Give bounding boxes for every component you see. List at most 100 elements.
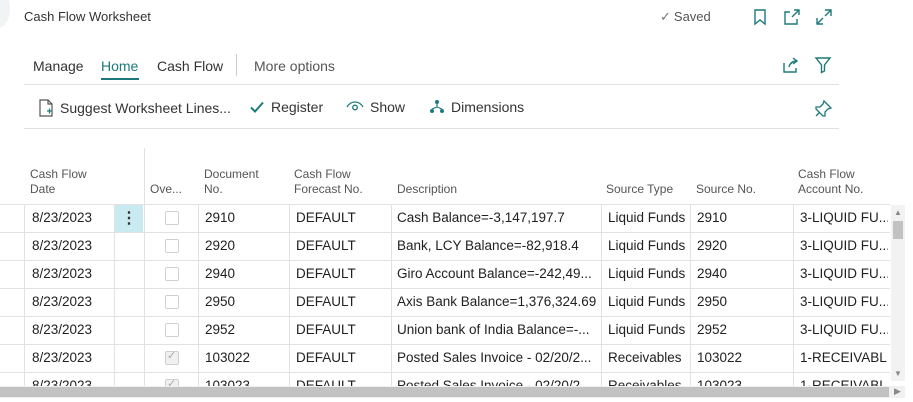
cell-account-no[interactable]: 3-LIQUID FU... xyxy=(800,232,888,260)
suggest-label: Suggest Worksheet Lines... xyxy=(60,100,231,116)
cell-description[interactable]: Bank, LCY Balance=-82,918.4 xyxy=(397,232,597,260)
cell-account-no[interactable]: 3-LIQUID FU... xyxy=(800,260,888,288)
cell-document-no[interactable]: 2952 xyxy=(205,316,235,344)
table-row[interactable]: 8/23/2023 103022 DEFAULT Posted Sales Invoi… xyxy=(0,344,890,372)
pin-icon[interactable] xyxy=(813,99,833,124)
table-row[interactable]: 8/23/2023 103023 DEFAULT Posted Sales Invoi… xyxy=(0,372,890,386)
cell-account-no[interactable]: 3-LIQUID FU... xyxy=(800,204,888,232)
cell-forecast-no[interactable]: DEFAULT xyxy=(296,316,356,344)
cell-date[interactable]: 8/23/2023 xyxy=(32,204,92,232)
suggest-worksheet-lines-button[interactable]: Suggest Worksheet Lines... xyxy=(38,99,231,117)
cell-document-no[interactable]: 2950 xyxy=(205,288,235,316)
cell-description[interactable]: Cash Balance=-3,147,197.7 xyxy=(397,204,597,232)
cell-document-no[interactable]: 2910 xyxy=(205,204,235,232)
tab-cash-flow[interactable]: Cash Flow xyxy=(157,58,223,74)
open-new-window-icon[interactable] xyxy=(782,7,802,27)
cell-document-no[interactable]: 2940 xyxy=(205,260,235,288)
cell-forecast-no[interactable]: DEFAULT xyxy=(296,232,356,260)
cell-source-no[interactable]: 2950 xyxy=(697,288,727,316)
bookmark-icon[interactable] xyxy=(750,7,770,27)
cell-source-no[interactable]: 2920 xyxy=(697,232,727,260)
cell-source-type[interactable]: Receivables xyxy=(608,372,682,386)
overdue-checkbox[interactable] xyxy=(165,211,179,225)
scroll-right-arrow-icon[interactable]: ▶ xyxy=(894,386,901,397)
dimensions-button[interactable]: Dimensions xyxy=(429,99,524,115)
cell-document-no[interactable]: 103023 xyxy=(205,372,250,386)
checkmark-icon: ✓ xyxy=(660,9,671,24)
cell-source-no[interactable]: 2952 xyxy=(697,316,727,344)
cell-date[interactable]: 8/23/2023 xyxy=(32,260,92,288)
cell-date[interactable]: 8/23/2023 xyxy=(32,316,92,344)
share-icon[interactable] xyxy=(780,55,800,80)
table-row[interactable]: 8/23/2023 2940 DEFAULT Giro Account Balance… xyxy=(0,260,890,288)
saved-status: ✓ Saved xyxy=(660,9,711,25)
app-corner xyxy=(0,0,10,28)
table-row[interactable]: 8/23/2023 2910 DEFAULT Cash Balance=-3,147,… xyxy=(0,204,890,232)
cell-date[interactable]: 8/23/2023 xyxy=(32,288,92,316)
show-button[interactable]: Show xyxy=(346,99,405,115)
document-icon xyxy=(39,99,53,117)
cell-forecast-no[interactable]: DEFAULT xyxy=(296,372,356,386)
overdue-checkbox[interactable] xyxy=(165,295,179,309)
cell-forecast-no[interactable]: DEFAULT xyxy=(296,344,356,372)
register-button[interactable]: Register xyxy=(249,99,323,115)
cell-forecast-no[interactable]: DEFAULT xyxy=(296,204,356,232)
cell-date[interactable]: 8/23/2023 xyxy=(32,232,92,260)
dimensions-label: Dimensions xyxy=(451,99,525,115)
page-title: Cash Flow Worksheet xyxy=(24,9,151,24)
cell-document-no[interactable]: 103022 xyxy=(205,344,250,372)
expand-icon[interactable] xyxy=(814,7,834,27)
table-row[interactable]: 8/23/2023 2952 DEFAULT Union bank of India … xyxy=(0,316,890,344)
cell-account-no[interactable]: 3-LIQUID FU... xyxy=(800,316,888,344)
scroll-down-arrow-icon[interactable]: ▼ xyxy=(894,369,902,378)
cell-description[interactable]: Posted Sales Invoice - 02/20/2... xyxy=(397,372,597,386)
checkbox-check-icon: ✓ xyxy=(167,378,177,386)
saved-label: Saved xyxy=(673,9,711,24)
eye-icon xyxy=(346,101,364,111)
overdue-checkbox[interactable] xyxy=(165,267,179,281)
overdue-checkbox[interactable]: ✓ xyxy=(165,378,179,386)
overdue-checkbox[interactable] xyxy=(165,239,179,253)
cell-account-no[interactable]: 1-RECEIVABL... xyxy=(800,372,888,386)
tab-manage[interactable]: Manage xyxy=(33,58,84,74)
cell-description[interactable]: Axis Bank Balance=1,376,324.69 xyxy=(397,288,597,316)
dimensions-icon xyxy=(430,100,444,113)
cell-source-type[interactable]: Liquid Funds xyxy=(608,232,685,260)
cell-date[interactable]: 8/23/2023 xyxy=(32,344,92,372)
scroll-up-arrow-icon[interactable]: ▲ xyxy=(894,208,902,217)
cell-description[interactable]: Giro Account Balance=-242,49... xyxy=(397,260,597,288)
cell-account-no[interactable]: 3-LIQUID FU... xyxy=(800,288,888,316)
vertical-scrollbar-thumb[interactable] xyxy=(893,221,903,239)
cell-source-no[interactable]: 2940 xyxy=(697,260,727,288)
table-row[interactable]: 8/23/2023 2950 DEFAULT Axis Bank Balance=1,… xyxy=(0,288,890,316)
worksheet-grid: ⋮ 8/23/2023 2910 DEFAULT Cash Balance=-3,14… xyxy=(0,148,890,386)
cell-forecast-no[interactable]: DEFAULT xyxy=(296,260,356,288)
cell-source-type[interactable]: Liquid Funds xyxy=(608,316,685,344)
overdue-checkbox[interactable]: ✓ xyxy=(165,350,179,365)
cell-forecast-no[interactable]: DEFAULT xyxy=(296,288,356,316)
filter-icon[interactable] xyxy=(813,55,833,80)
show-label: Show xyxy=(370,99,406,115)
nav-divider xyxy=(236,54,237,76)
cell-account-no[interactable]: 1-RECEIVABL... xyxy=(800,344,888,372)
cell-source-type[interactable]: Liquid Funds xyxy=(608,288,685,316)
register-check-icon xyxy=(250,101,264,113)
cell-date[interactable]: 8/23/2023 xyxy=(32,372,92,386)
cell-description[interactable]: Posted Sales Invoice - 02/20/2... xyxy=(397,344,597,372)
more-options-button[interactable]: More options xyxy=(254,58,335,74)
cell-source-type[interactable]: Liquid Funds xyxy=(608,260,685,288)
cell-document-no[interactable]: 2920 xyxy=(205,232,235,260)
cell-source-no[interactable]: 103022 xyxy=(697,344,742,372)
register-label: Register xyxy=(271,99,324,115)
overdue-checkbox[interactable] xyxy=(165,323,179,337)
cell-source-no[interactable]: 2910 xyxy=(697,204,727,232)
active-tab-indicator xyxy=(101,78,139,80)
cell-source-type[interactable]: Receivables xyxy=(608,344,682,372)
horizontal-scrollbar-thumb[interactable] xyxy=(0,387,889,397)
tab-home[interactable]: Home xyxy=(101,58,138,74)
cell-source-no[interactable]: 103023 xyxy=(697,372,742,386)
table-row[interactable]: 8/23/2023 2920 DEFAULT Bank, LCY Balance=-8… xyxy=(0,232,890,260)
cell-description[interactable]: Union bank of India Balance=-... xyxy=(397,316,597,344)
cell-source-type[interactable]: Liquid Funds xyxy=(608,204,685,232)
nav-bottom-divider xyxy=(24,84,839,85)
